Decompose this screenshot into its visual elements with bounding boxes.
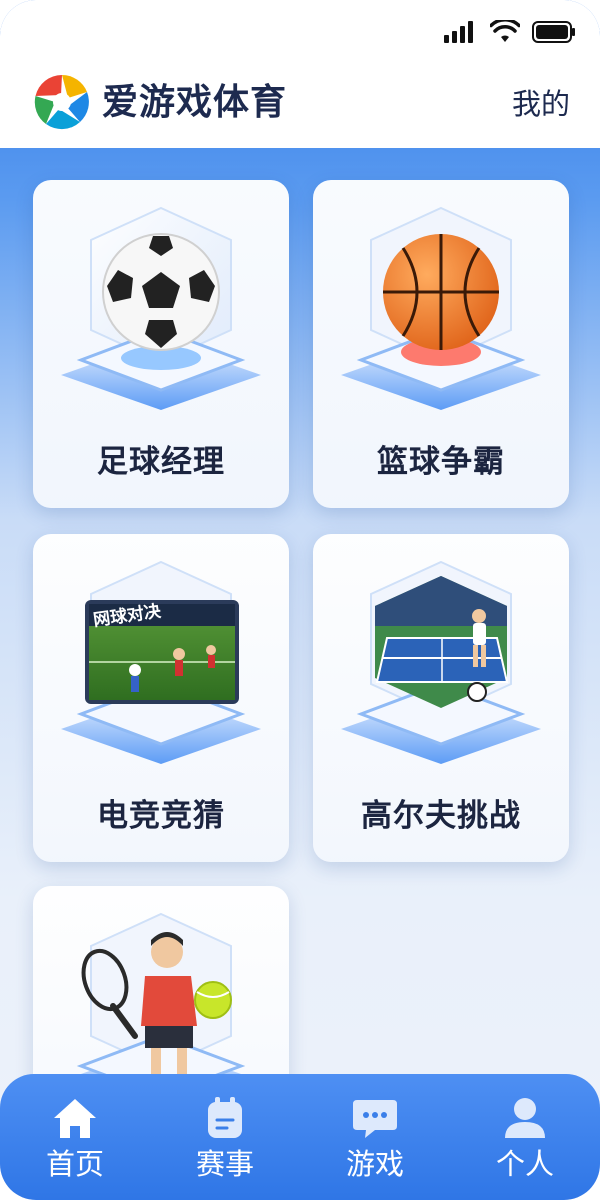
calendar-icon bbox=[208, 1097, 242, 1138]
game-card-label: 足球经理 bbox=[97, 444, 225, 480]
game-card-esports[interactable]: 网球对决 电竞竞猜 bbox=[33, 534, 289, 862]
app-logo-icon bbox=[34, 74, 89, 130]
game-card-golf[interactable]: 高尔夫挑战 bbox=[313, 534, 569, 862]
nav-label: 游戏 bbox=[345, 1147, 404, 1181]
user-icon bbox=[505, 1098, 545, 1138]
signal-icon bbox=[444, 21, 473, 43]
soccer-ball-icon bbox=[61, 206, 261, 410]
nav-label: 首页 bbox=[45, 1147, 104, 1181]
game-card-label: 篮球争霸 bbox=[377, 444, 505, 480]
game-card-basketball[interactable]: 篮球争霸 bbox=[313, 180, 569, 508]
esports-screen-icon: 网球对决 bbox=[61, 560, 261, 764]
nav-item-home[interactable]: 首页 bbox=[15, 1096, 135, 1184]
game-card-label: 高尔夫挑战 bbox=[361, 798, 521, 834]
app-screen: 爱游戏体育 我的 足球经理 篮球争霸 网球对决 电竞竞猜 高尔夫挑战 首页 赛事… bbox=[0, 0, 600, 1200]
status-bar bbox=[444, 18, 576, 46]
app-title: 爱游戏体育 bbox=[102, 82, 288, 123]
basketball-icon bbox=[341, 206, 541, 410]
bottom-navigation: 首页 赛事 游戏 个人 bbox=[0, 1074, 600, 1200]
game-card-label: 电竞竞猜 bbox=[97, 798, 225, 834]
nav-label: 个人 bbox=[495, 1147, 554, 1181]
wifi-icon bbox=[490, 20, 520, 42]
battery-icon bbox=[532, 21, 575, 43]
chat-bubble-icon bbox=[353, 1100, 397, 1138]
nav-label: 赛事 bbox=[195, 1147, 254, 1181]
home-icon bbox=[54, 1099, 96, 1138]
nav-item-events[interactable]: 赛事 bbox=[165, 1096, 285, 1184]
game-card-soccer[interactable]: 足球经理 bbox=[33, 180, 289, 508]
nav-item-profile[interactable]: 个人 bbox=[465, 1096, 585, 1184]
mine-link[interactable]: 我的 bbox=[512, 84, 570, 124]
tennis-court-icon bbox=[341, 560, 541, 764]
nav-item-games[interactable]: 游戏 bbox=[315, 1096, 435, 1184]
app-header: 爱游戏体育 我的 bbox=[0, 0, 600, 148]
